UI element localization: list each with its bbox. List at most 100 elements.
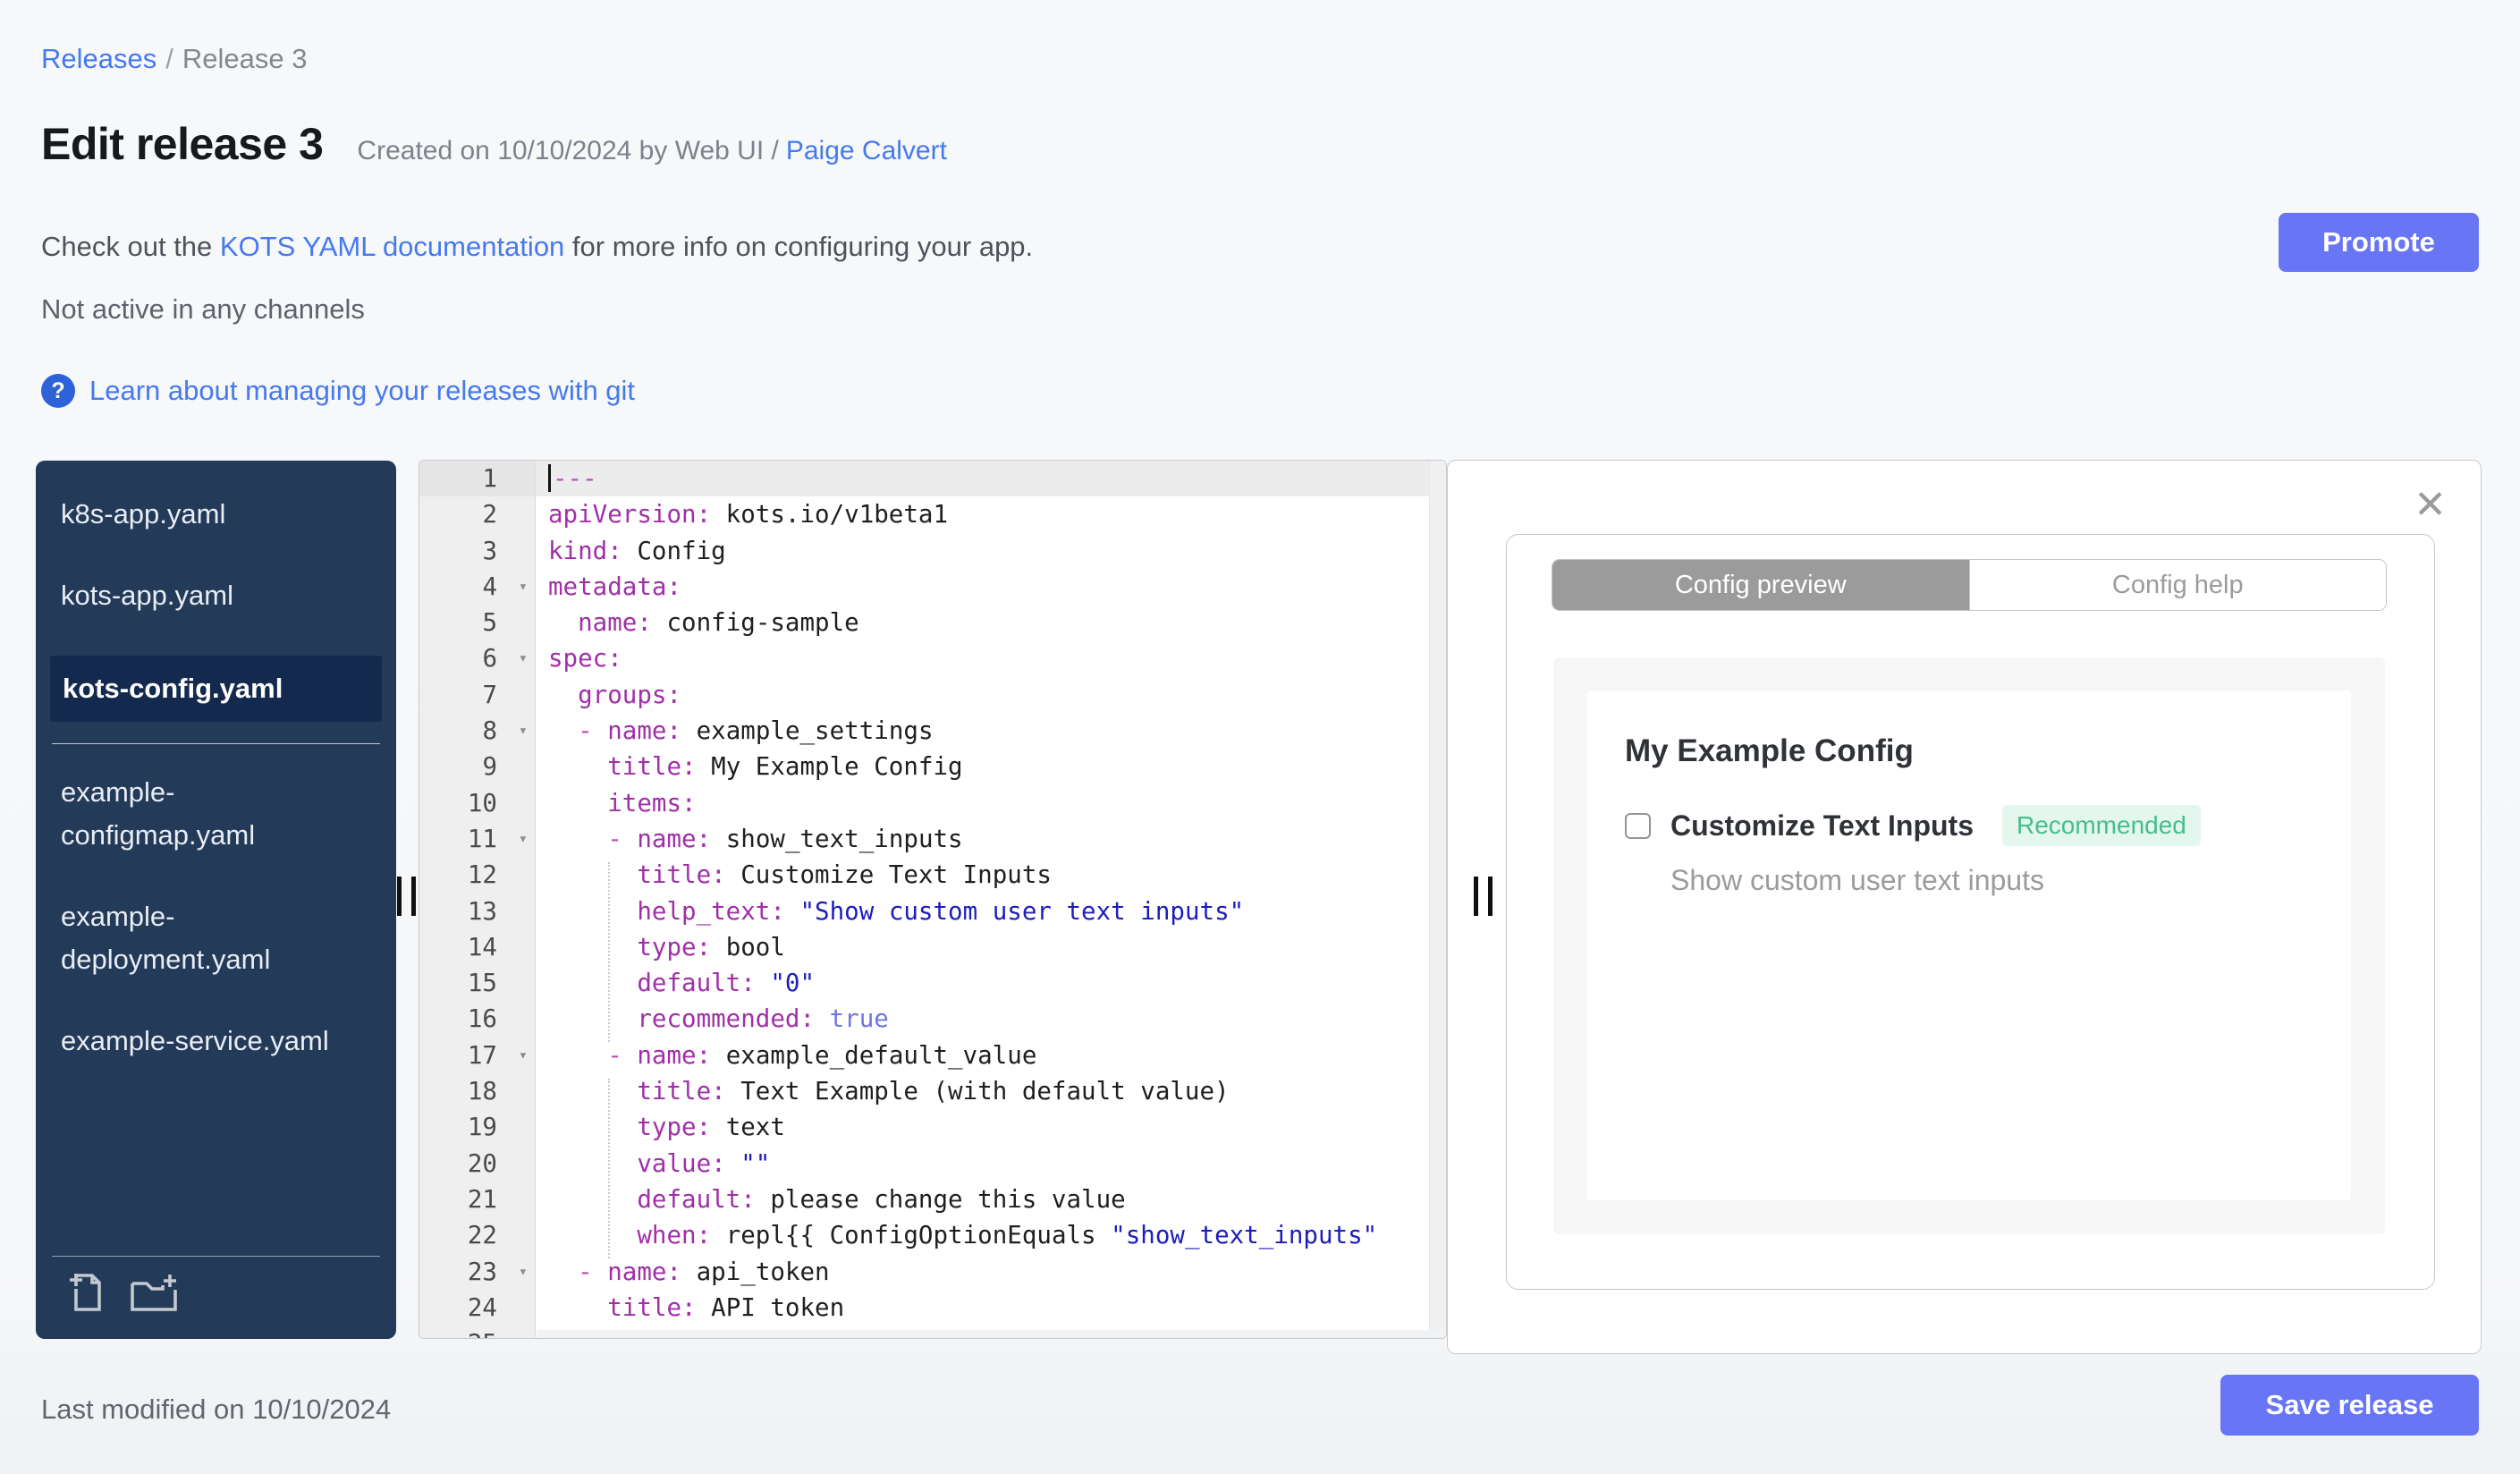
code-text[interactable]: default: "0" [536, 965, 1446, 1001]
customize-text-inputs-checkbox[interactable] [1625, 812, 1651, 839]
code-line[interactable]: 8 ▾ - name: example_settings [419, 713, 1446, 750]
line-number: 7 [419, 676, 536, 714]
yaml-code-editor[interactable]: 1 --- 2 apiVersion: kots.io/v1beta1 3 kind: C… [419, 460, 1447, 1339]
code-line[interactable]: 14 type: bool [419, 928, 1446, 966]
line-number: 20 [419, 1145, 536, 1182]
code-text[interactable]: - name: show_text_inputs [536, 821, 1446, 857]
file-tree-sidebar: k8s-app.yaml kots-app.yaml kots-config.yam… [36, 461, 396, 1339]
line-number: 5 [419, 605, 536, 641]
code-line[interactable]: 24 title: API token [419, 1289, 1446, 1326]
breadcrumb-releases-link[interactable]: Releases [41, 43, 156, 74]
code-line[interactable]: 23 ▾ - name: api_token [419, 1253, 1446, 1290]
config-item-help-text: Show custom user text inputs [1670, 864, 2044, 896]
code-text[interactable]: title: Customize Text Inputs [536, 857, 1446, 893]
line-number: 18 [419, 1073, 536, 1110]
code-text[interactable]: apiVersion: kots.io/v1beta1 [536, 496, 1446, 532]
fold-arrow-icon[interactable]: ▾ [519, 569, 528, 605]
code-text[interactable]: type: text [536, 1109, 1446, 1145]
code-line[interactable]: 19 type: text [419, 1109, 1446, 1146]
code-text[interactable]: recommended: true [536, 1001, 1446, 1037]
line-number: 14 [419, 928, 536, 966]
code-line[interactable]: 18 title: Text Example (with default val… [419, 1073, 1446, 1110]
code-text[interactable]: help_text: "Show custom user text inputs… [536, 894, 1446, 929]
code-line[interactable]: 9 title: My Example Config [419, 749, 1446, 785]
code-text[interactable]: --- [536, 461, 1446, 496]
code-text[interactable]: title: My Example Config [536, 749, 1446, 784]
line-number: 23 ▾ [419, 1253, 536, 1290]
code-line[interactable]: 11 ▾ - name: show_text_inputs [419, 820, 1446, 858]
line-number: 19 [419, 1109, 536, 1146]
code-text[interactable]: when: repl{{ ConfigOptionEquals "show_te… [536, 1217, 1446, 1253]
git-releases-link[interactable]: Learn about managing your releases with … [89, 375, 635, 407]
fold-arrow-icon[interactable]: ▾ [519, 1038, 528, 1073]
code-line[interactable]: 5 name: config-sample [419, 605, 1446, 641]
code-text[interactable]: spec: [536, 640, 1446, 676]
code-text[interactable]: value: "" [536, 1146, 1446, 1182]
question-mark-icon: ? [41, 374, 75, 408]
code-line[interactable]: 7 groups: [419, 676, 1446, 714]
code-text[interactable]: title: Text Example (with default value) [536, 1073, 1446, 1109]
code-line[interactable]: 3 kind: Config [419, 532, 1446, 569]
created-text: Created on 10/10/2024 by Web UI / [357, 136, 779, 165]
code-text[interactable]: metadata: [536, 569, 1446, 605]
line-number: 16 [419, 1001, 536, 1038]
kots-docs-link[interactable]: KOTS YAML documentation [220, 231, 564, 262]
code-text[interactable]: - name: example_default_value [536, 1038, 1446, 1073]
code-line[interactable]: 20 value: "" [419, 1145, 1446, 1182]
code-text[interactable]: type: password [536, 1326, 1446, 1338]
sidebar-item-example-deployment.yaml[interactable]: example-deployment.yaml [36, 895, 396, 981]
code-line[interactable]: 4 ▾ metadata: [419, 568, 1446, 606]
code-line[interactable]: 6 ▾ spec: [419, 640, 1446, 677]
code-line[interactable]: 13 help_text: "Show custom user text inp… [419, 893, 1446, 929]
created-author-link[interactable]: Paige Calvert [786, 136, 947, 165]
tab-config-help[interactable]: Config help [1968, 560, 2386, 610]
sidebar-footer [52, 1256, 380, 1339]
config-group-title: My Example Config [1625, 733, 1914, 768]
code-line[interactable]: 17 ▾ - name: example_default_value [419, 1037, 1446, 1074]
sidebar-item-kots-config.yaml[interactable]: kots-config.yaml [50, 656, 382, 722]
code-line[interactable]: 10 items: [419, 784, 1446, 821]
code-text[interactable]: groups: [536, 677, 1446, 713]
code-line[interactable]: 15 default: "0" [419, 965, 1446, 1002]
code-line[interactable]: 2 apiVersion: kots.io/v1beta1 [419, 496, 1446, 533]
fold-arrow-icon[interactable]: ▾ [519, 1254, 528, 1290]
code-line[interactable]: 16 recommended: true [419, 1001, 1446, 1038]
code-text[interactable]: kind: Config [536, 533, 1446, 569]
code-text[interactable]: - name: example_settings [536, 713, 1446, 749]
sidebar-item-example-service.yaml[interactable]: example-service.yaml [36, 1020, 396, 1063]
close-icon[interactable]: ✕ [2414, 486, 2447, 525]
code-text[interactable]: - name: api_token [536, 1254, 1446, 1290]
code-line[interactable]: 21 default: please change this value [419, 1181, 1446, 1218]
breadcrumb-current: Release 3 [182, 43, 308, 74]
code-line[interactable]: 1 --- [419, 461, 1446, 497]
page-title: Edit release 3 [41, 119, 324, 169]
code-text[interactable]: type: bool [536, 929, 1446, 965]
config-group-card: My Example Config Customize Text Inputs … [1587, 690, 2351, 1200]
sidebar-item-example-configmap.yaml[interactable]: example-configmap.yaml [36, 771, 396, 857]
config-preview-panel: ✕ Config preview Config help My Example … [1447, 460, 2482, 1354]
save-release-button[interactable]: Save release [2220, 1375, 2479, 1436]
sidebar-item-kots-app.yaml[interactable]: kots-app.yaml [36, 574, 396, 617]
add-folder-icon[interactable] [129, 1271, 181, 1321]
line-number: 22 [419, 1217, 536, 1254]
code-text[interactable]: items: [536, 785, 1446, 821]
code-text[interactable]: name: config-sample [536, 605, 1446, 640]
sidebar-item-k8s-app.yaml[interactable]: k8s-app.yaml [36, 493, 396, 536]
panel-resize-handle-left[interactable] [397, 877, 416, 916]
code-text[interactable]: title: API token [536, 1290, 1446, 1326]
file-list-top: k8s-app.yaml kots-app.yaml kots-config.yam… [36, 461, 396, 722]
line-number: 8 ▾ [419, 713, 536, 750]
code-line[interactable]: 22 when: repl{{ ConfigOptionEquals "show… [419, 1217, 1446, 1254]
code-text[interactable]: default: please change this value [536, 1182, 1446, 1217]
code-line[interactable]: 12 title: Customize Text Inputs [419, 857, 1446, 894]
fold-arrow-icon[interactable]: ▾ [519, 713, 528, 749]
line-number: 11 ▾ [419, 820, 536, 858]
code-line[interactable]: 25 type: password [419, 1326, 1446, 1338]
panel-resize-handle-right[interactable] [1474, 877, 1493, 916]
promote-button[interactable]: Promote [2279, 213, 2479, 272]
add-file-icon[interactable] [64, 1271, 106, 1321]
fold-arrow-icon[interactable]: ▾ [519, 821, 528, 857]
tab-config-preview[interactable]: Config preview [1552, 560, 1969, 610]
fold-arrow-icon[interactable]: ▾ [519, 640, 528, 676]
docs-line: Check out the KOTS YAML documentation fo… [41, 231, 1033, 263]
